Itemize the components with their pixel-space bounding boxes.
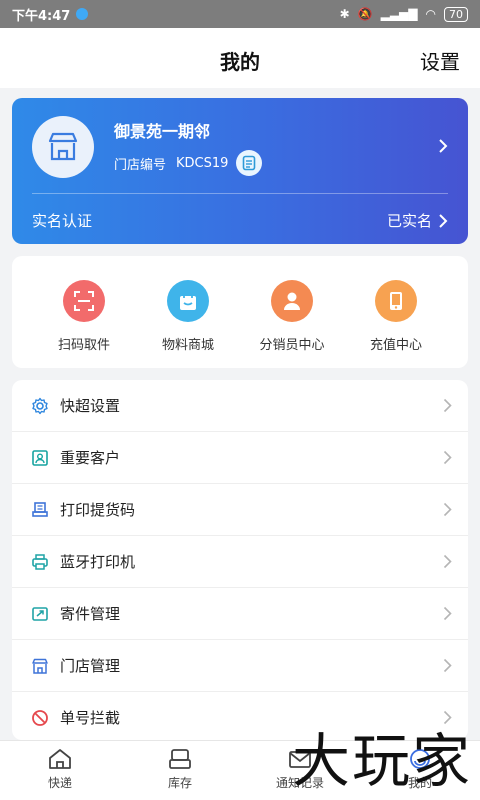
menu-item-label: 寄件管理 — [60, 605, 121, 623]
printer-icon — [30, 552, 50, 572]
header: 我的 设置 — [0, 28, 480, 88]
quick-action-material-mall[interactable]: 物料商城 — [143, 256, 233, 368]
chevron-right-icon — [443, 398, 452, 417]
store-code-value: KDCS19 — [176, 155, 229, 171]
menu-item-label: 打印提货码 — [60, 501, 136, 519]
quick-action-scan-pickup[interactable]: 扫码取件 — [39, 256, 129, 368]
quick-action-label: 分销员中心 — [259, 338, 325, 353]
chevron-right-icon — [443, 502, 452, 521]
wifi-icon: ◠ — [425, 7, 436, 21]
real-name-status[interactable]: 已实名 — [387, 210, 448, 231]
print-code-icon — [30, 500, 50, 520]
chevron-right-icon — [443, 450, 452, 469]
tab-label: 库存 — [167, 776, 192, 790]
user-icon — [271, 280, 313, 322]
phone-icon — [375, 280, 417, 322]
chevron-right-icon[interactable] — [438, 138, 448, 158]
store-icon — [30, 656, 50, 676]
quick-action-recharge-center[interactable]: 充值中心 — [351, 256, 441, 368]
tab-inventory[interactable]: 库存 — [120, 741, 240, 800]
settings-menu: 快超设置 重要客户 打印提货码 蓝牙打印机 寄件管理 门店管理 单号拦截 — [12, 380, 468, 740]
card-divider — [32, 193, 448, 194]
quick-action-distributor-center[interactable]: 分销员中心 — [247, 256, 337, 368]
tab-label: 快递 — [47, 776, 72, 790]
app-notification-icon — [76, 8, 89, 20]
signal-icon: ▂▃▅▇ — [380, 7, 418, 21]
home-icon — [49, 749, 71, 769]
contact-card-icon — [30, 448, 50, 468]
chevron-right-icon — [443, 658, 452, 677]
block-icon — [30, 708, 50, 728]
chevron-right-icon — [439, 213, 448, 228]
store-code-row: 门店编号 KDCS19 — [114, 150, 263, 176]
status-bar: 下午4:47 ✱ 🔕 ▂▃▅▇ ◠ 70 — [0, 0, 480, 28]
menu-item-label: 单号拦截 — [60, 709, 121, 727]
page-title: 我的 — [220, 50, 260, 74]
send-package-icon — [30, 604, 50, 624]
settings-button[interactable]: 设置 — [420, 46, 460, 75]
quick-action-label: 充值中心 — [369, 338, 422, 353]
store-code-label: 门店编号 — [114, 157, 167, 173]
status-time: 下午4:47 — [12, 8, 71, 24]
watermark-logo: 大玩家 — [291, 727, 472, 795]
store-name: 御景苑一期邻 — [114, 122, 211, 141]
store-card[interactable]: 御景苑一期邻 门店编号 KDCS19 实名认证 已实名 — [12, 98, 468, 244]
bluetooth-icon: ✱ — [339, 7, 350, 21]
copy-code-icon[interactable] — [236, 150, 263, 176]
gear-icon — [30, 396, 50, 416]
real-name-verify-label: 实名认证 — [32, 212, 93, 230]
chevron-right-icon — [443, 554, 452, 573]
tab-express[interactable]: 快递 — [0, 741, 120, 800]
verify-status-text: 已实名 — [386, 212, 432, 230]
shopping-bag-icon — [167, 280, 209, 322]
menu-item-label: 重要客户 — [60, 449, 121, 467]
menu-item-label: 门店管理 — [60, 657, 121, 675]
menu-item-shipping-management[interactable]: 寄件管理 — [12, 588, 468, 640]
store-icon — [48, 132, 78, 161]
scan-icon — [63, 280, 105, 322]
menu-item-label: 蓝牙打印机 — [60, 553, 136, 571]
menu-item-important-customers[interactable]: 重要客户 — [12, 432, 468, 484]
quick-actions: 扫码取件 物料商城 分销员中心 充值中心 — [12, 256, 468, 368]
menu-item-bluetooth-printer[interactable]: 蓝牙打印机 — [12, 536, 468, 588]
battery-icon: 70 — [444, 6, 468, 22]
menu-item-label: 快超设置 — [60, 397, 121, 415]
quick-action-label: 扫码取件 — [57, 338, 110, 353]
store-avatar — [32, 116, 94, 178]
status-icons: ✱ 🔕 ▂▃▅▇ ◠ 70 — [339, 6, 468, 22]
quick-action-label: 物料商城 — [161, 338, 214, 353]
chevron-right-icon — [443, 606, 452, 625]
mute-icon: 🔕 — [357, 7, 373, 21]
menu-item-quick-settings[interactable]: 快超设置 — [12, 380, 468, 432]
menu-item-store-management[interactable]: 门店管理 — [12, 640, 468, 692]
menu-item-print-pickup-code[interactable]: 打印提货码 — [12, 484, 468, 536]
inventory-icon — [169, 749, 191, 769]
